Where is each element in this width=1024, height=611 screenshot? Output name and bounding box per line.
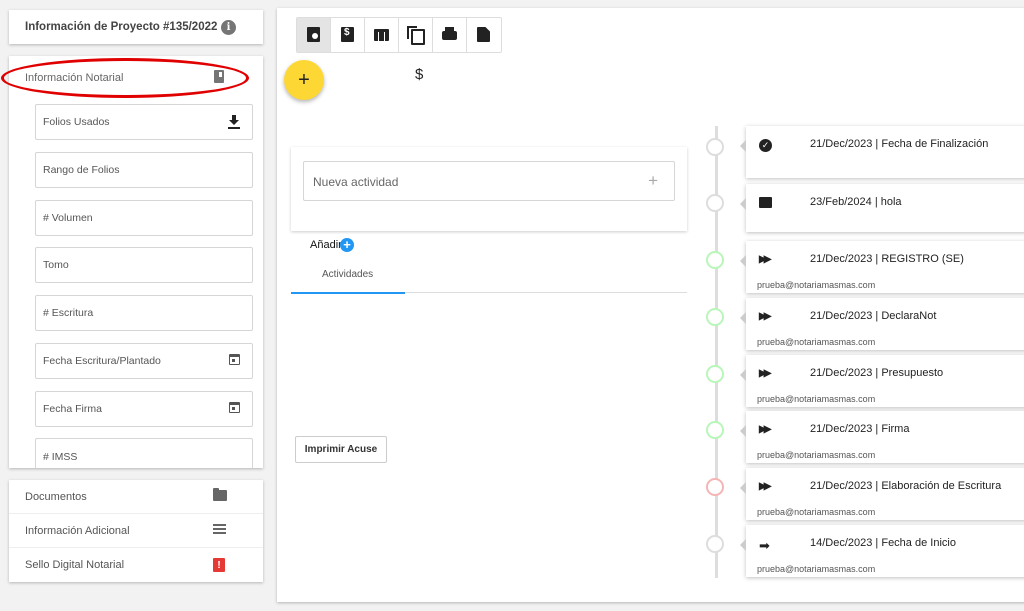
- field-label: # IMSS: [43, 451, 78, 463]
- rango-folios-field[interactable]: Rango de Folios: [35, 152, 253, 188]
- info-icon[interactable]: i: [221, 20, 236, 35]
- timeline-text: 21/Dec/2023 | Elaboración de Escritura: [810, 480, 1002, 492]
- timeline-email: prueba@notariamasmas.com: [757, 564, 876, 574]
- timeline-item: ▶▶ 21/Dec/2023 | REGISTRO (SE) prueba@no…: [277, 241, 1024, 293]
- fast-forward-icon: ▶▶: [759, 481, 772, 492]
- timeline-node: [706, 421, 724, 439]
- budget-button[interactable]: [331, 18, 365, 52]
- tomo-field[interactable]: Tomo: [35, 247, 253, 283]
- copy-icon: [407, 26, 425, 45]
- timeline-card[interactable]: ✓ 21/Dec/2023 | Fecha de Finalización: [740, 126, 1024, 178]
- timeline-card[interactable]: ▶▶ 21/Dec/2023 | Firma prueba@notariamas…: [740, 411, 1024, 463]
- project-header: Información de Proyecto #135/2022 i: [9, 10, 263, 44]
- clipboard-alert-icon: !: [213, 558, 225, 572]
- timeline-card[interactable]: ➡ 14/Dec/2023 | Fecha de Inicio prueba@n…: [740, 525, 1024, 577]
- section-informacion-adicional[interactable]: Información Adicional: [9, 514, 263, 548]
- check-circle-icon: ✓: [759, 139, 772, 152]
- folios-usados-field[interactable]: Folios Usados: [35, 104, 253, 140]
- timeline-text: 21/Dec/2023 | REGISTRO (SE): [810, 253, 964, 265]
- calendar-icon[interactable]: [229, 402, 240, 413]
- timeline-card[interactable]: ▶▶ 21/Dec/2023 | DeclaraNot prueba@notar…: [740, 298, 1024, 350]
- field-label: Fecha Firma: [43, 403, 102, 415]
- timeline-card[interactable]: ▶▶ 21/Dec/2023 | REGISTRO (SE) prueba@no…: [740, 241, 1024, 293]
- timeline-card[interactable]: 23/Feb/2024 | hola: [740, 184, 1024, 232]
- download-icon[interactable]: [228, 115, 240, 134]
- timeline-node: [706, 308, 724, 326]
- section-label: Sello Digital Notarial: [25, 559, 125, 571]
- fast-forward-icon: ▶▶: [759, 311, 772, 322]
- timeline-text: 21/Dec/2023 | Presupuesto: [810, 367, 944, 379]
- imss-field[interactable]: # IMSS: [35, 438, 253, 468]
- timeline-node: [706, 251, 724, 269]
- fecha-escritura-field[interactable]: Fecha Escritura/Plantado: [35, 343, 253, 379]
- chat-icon: [759, 197, 772, 208]
- timeline-card[interactable]: ▶▶ 21/Dec/2023 | Presupuesto prueba@nota…: [740, 355, 1024, 407]
- table-icon: [374, 29, 389, 41]
- section-sello-digital[interactable]: Sello Digital Notarial !: [9, 548, 263, 582]
- toolbar: [296, 17, 502, 53]
- timeline-item: ▶▶ 21/Dec/2023 | Firma prueba@notariamas…: [277, 411, 1024, 463]
- field-label: Rango de Folios: [43, 164, 120, 176]
- file-icon: [477, 27, 490, 42]
- field-label: # Volumen: [43, 212, 93, 224]
- field-label: Folios Usados: [43, 116, 110, 128]
- fast-forward-icon: ▶▶: [759, 368, 772, 379]
- list-icon: [213, 524, 226, 534]
- main-panel: + $ Nueva actividad + Añadir + Actividad…: [277, 8, 1024, 602]
- timeline-node: [706, 138, 724, 156]
- timeline-item: ➡ 14/Dec/2023 | Fecha de Inicio prueba@n…: [277, 525, 1024, 577]
- notarial-panel: Información Notarial Folios Usados Rango…: [9, 56, 263, 468]
- copy-button[interactable]: [399, 18, 433, 52]
- section-documentos[interactable]: Documentos: [9, 480, 263, 514]
- timeline-email: prueba@notariamasmas.com: [757, 337, 876, 347]
- fast-forward-icon: ▶▶: [759, 424, 772, 435]
- timeline-item: ▶▶ 21/Dec/2023 | Elaboración de Escritur…: [277, 468, 1024, 520]
- timeline-text: 21/Dec/2023 | Fecha de Finalización: [810, 138, 989, 150]
- dollar-file-icon: [341, 27, 354, 42]
- project-title: Información de Proyecto #135/2022: [25, 21, 218, 33]
- file-button[interactable]: [467, 18, 501, 52]
- escritura-field[interactable]: # Escritura: [35, 295, 253, 331]
- clipboard-clock-button[interactable]: [297, 18, 331, 52]
- calendar-icon[interactable]: [229, 354, 240, 365]
- section-label: Información Adicional: [25, 525, 130, 537]
- timeline-text: 23/Feb/2024 | hola: [810, 196, 902, 208]
- fecha-firma-field[interactable]: Fecha Firma: [35, 391, 253, 427]
- timeline-node: [706, 478, 724, 496]
- field-label: Tomo: [43, 259, 69, 271]
- timeline-text: 21/Dec/2023 | Firma: [810, 423, 910, 435]
- table-button[interactable]: [365, 18, 399, 52]
- section-label: Documentos: [25, 491, 87, 503]
- timeline-node: [706, 194, 724, 212]
- print-icon: [442, 27, 457, 40]
- print-button[interactable]: [433, 18, 467, 52]
- timeline-email: prueba@notariamasmas.com: [757, 394, 876, 404]
- timeline-email: prueba@notariamasmas.com: [757, 450, 876, 460]
- timeline-card[interactable]: ▶▶ 21/Dec/2023 | Elaboración de Escritur…: [740, 468, 1024, 520]
- highlight-oval: [1, 58, 249, 98]
- timeline-item: ▶▶ 21/Dec/2023 | DeclaraNot prueba@notar…: [277, 298, 1024, 350]
- timeline-item: ✓ 21/Dec/2023 | Fecha de Finalización: [277, 126, 1024, 178]
- dollar-icon[interactable]: $: [415, 66, 423, 83]
- field-label: # Escritura: [43, 307, 94, 319]
- volumen-field[interactable]: # Volumen: [35, 200, 253, 236]
- timeline-node: [706, 535, 724, 553]
- folder-icon: [213, 488, 227, 501]
- timeline-node: [706, 365, 724, 383]
- timeline-item: 23/Feb/2024 | hola: [277, 184, 1024, 236]
- timeline-text: 14/Dec/2023 | Fecha de Inicio: [810, 537, 956, 549]
- arrow-right-icon: ➡: [759, 538, 770, 553]
- sections-card: Documentos Información Adicional Sello D…: [9, 480, 263, 582]
- clipboard-clock-icon: [307, 27, 320, 42]
- field-label: Fecha Escritura/Plantado: [43, 355, 161, 367]
- timeline-email: prueba@notariamasmas.com: [757, 280, 876, 290]
- timeline-item: ▶▶ 21/Dec/2023 | Presupuesto prueba@nota…: [277, 355, 1024, 407]
- timeline-text: 21/Dec/2023 | DeclaraNot: [810, 310, 937, 322]
- timeline-email: prueba@notariamasmas.com: [757, 507, 876, 517]
- fast-forward-icon: ▶▶: [759, 254, 772, 265]
- add-fab-button[interactable]: +: [284, 60, 324, 100]
